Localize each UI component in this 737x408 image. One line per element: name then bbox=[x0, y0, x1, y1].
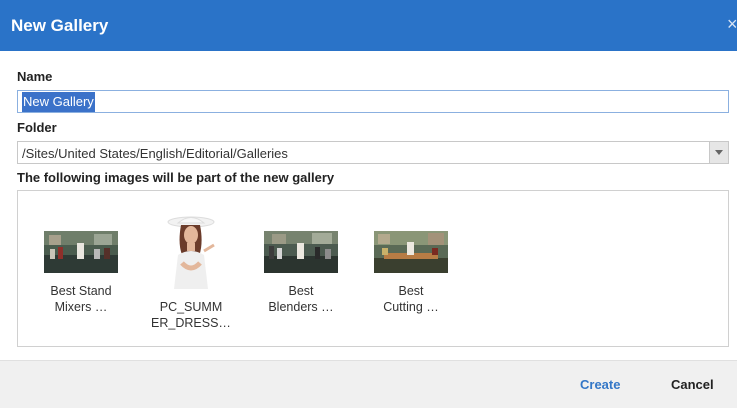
kitchen-display-photo-icon bbox=[44, 231, 118, 273]
kitchen-counter-photo-icon bbox=[374, 231, 448, 273]
close-icon[interactable]: × bbox=[727, 14, 737, 34]
image-caption: PC_SUMM ER_DRESS… bbox=[143, 299, 239, 331]
dialog-footer: Create Cancel bbox=[0, 360, 737, 408]
caption-line: Best bbox=[398, 284, 424, 298]
folder-select[interactable]: /Sites/United States/English/Editorial/G… bbox=[17, 141, 729, 164]
caption-line: PC_SUMM bbox=[159, 300, 223, 314]
name-field-value: New Gallery bbox=[22, 92, 95, 112]
caption-line: Best bbox=[288, 284, 314, 298]
kitchen-display-photo-icon bbox=[264, 231, 338, 273]
folder-label: Folder bbox=[17, 120, 57, 135]
images-list: Best Stand Mixers … PC_SUMM ER_DRESS… Be… bbox=[17, 190, 729, 347]
images-label: The following images will be part of the… bbox=[17, 170, 335, 185]
image-caption: Best Blenders … bbox=[253, 283, 349, 315]
caption-line: ER_DRESS… bbox=[151, 316, 231, 330]
image-caption: Best Cutting … bbox=[363, 283, 459, 315]
name-field[interactable]: New Gallery bbox=[17, 90, 729, 113]
cancel-button[interactable]: Cancel bbox=[671, 377, 714, 392]
caption-line: Blenders … bbox=[268, 300, 334, 314]
new-gallery-dialog: New Gallery × Name New Gallery Folder /S… bbox=[0, 0, 737, 408]
dialog-title: New Gallery bbox=[11, 16, 109, 35]
image-item[interactable]: PC_SUMM ER_DRESS… bbox=[143, 215, 239, 331]
image-item[interactable]: Best Cutting … bbox=[363, 231, 459, 315]
name-label: Name bbox=[17, 69, 53, 84]
image-caption: Best Stand Mixers … bbox=[33, 283, 129, 315]
dropdown-button[interactable] bbox=[709, 142, 728, 163]
woman-in-white-hat-photo-icon bbox=[154, 215, 228, 289]
folder-select-value: /Sites/United States/English/Editorial/G… bbox=[22, 146, 288, 161]
chevron-down-icon bbox=[715, 150, 723, 155]
dialog-header: New Gallery × bbox=[0, 0, 737, 51]
caption-line: Best Stand bbox=[50, 284, 112, 298]
image-item[interactable]: Best Blenders … bbox=[253, 231, 349, 315]
image-item[interactable]: Best Stand Mixers … bbox=[33, 231, 129, 315]
caption-line: Cutting … bbox=[383, 300, 439, 314]
caption-line: Mixers … bbox=[54, 300, 108, 314]
create-button[interactable]: Create bbox=[580, 377, 620, 392]
